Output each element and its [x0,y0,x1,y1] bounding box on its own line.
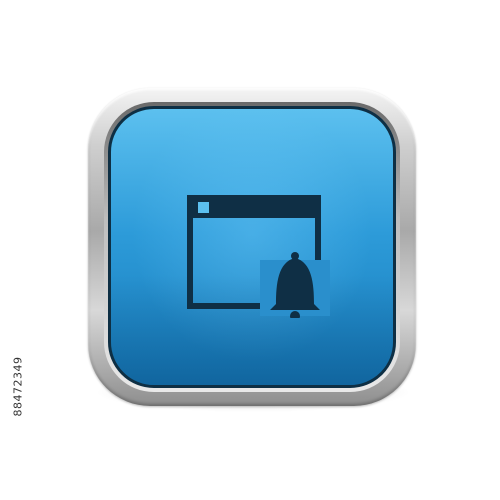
browser-bell-icon [187,195,330,318]
window-titlebar [190,198,318,218]
window-control-square [198,202,209,213]
canvas: 88472349 [0,0,500,500]
bell-icon [260,252,330,318]
stock-id-label: 88472349 [11,356,25,417]
watermark: 88472349 [8,300,25,480]
